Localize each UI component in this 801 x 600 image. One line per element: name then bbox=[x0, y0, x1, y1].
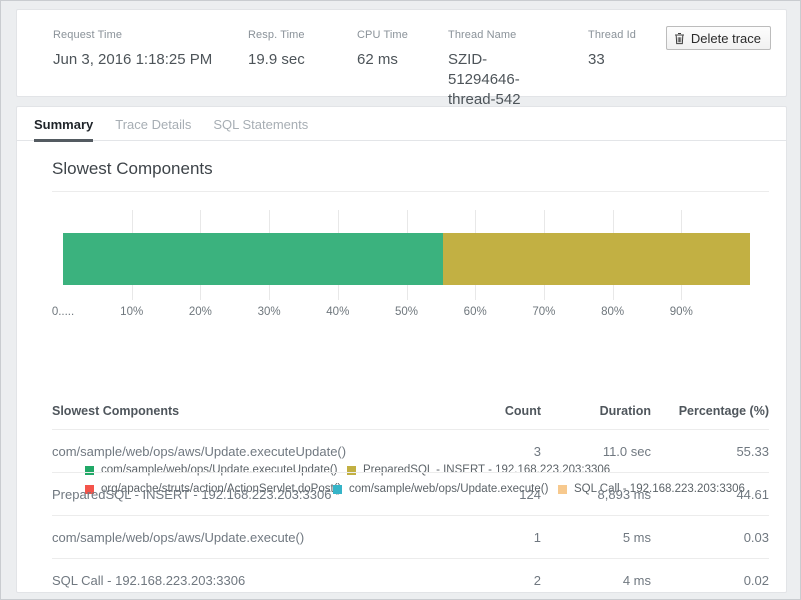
x-axis-tick-label: 60% bbox=[464, 306, 487, 318]
x-axis-tick-label: 30% bbox=[258, 306, 281, 318]
meta-field-label: CPU Time bbox=[357, 29, 408, 41]
col-header-duration[interactable]: Duration bbox=[541, 404, 651, 430]
summary-panel: Summary Trace Details SQL Statements Slowe… bbox=[16, 106, 787, 593]
slowest-components-chart: 0..... 10% 20% 30% 40% 50% 60% 70% 80% 90% bbox=[17, 202, 788, 327]
cell-percentage: 0.03 bbox=[651, 516, 769, 559]
x-axis-tick-label: 50% bbox=[395, 306, 418, 318]
meta-field: Request Time Jun 3, 2016 1:18:25 PM bbox=[53, 29, 212, 70]
delete-trace-label: Delete trace bbox=[691, 31, 761, 46]
x-axis-tick-label: 70% bbox=[532, 306, 555, 318]
chart-plot-area bbox=[63, 210, 750, 300]
cell-component: SQL Call - 192.168.223.203:3306 bbox=[52, 559, 449, 600]
x-axis-tick-label: 10% bbox=[120, 306, 143, 318]
meta-field: Resp. Time 19.9 sec bbox=[248, 29, 305, 70]
x-axis-tick-label: 0..... bbox=[52, 306, 74, 318]
delete-trace-button[interactable]: Delete trace bbox=[666, 26, 771, 50]
meta-field-label: Resp. Time bbox=[248, 29, 305, 41]
page-title: Slowest Components bbox=[52, 159, 213, 179]
bar-segment[interactable] bbox=[443, 233, 749, 285]
table-row[interactable]: PreparedSQL - INSERT - 192.168.223.203:3… bbox=[52, 473, 769, 516]
trace-meta-card: Request Time Jun 3, 2016 1:18:25 PM Resp. … bbox=[16, 9, 787, 97]
bar-segment[interactable] bbox=[63, 233, 443, 285]
cell-duration: 4 ms bbox=[541, 559, 651, 600]
cell-component: com/sample/web/ops/aws/Update.executeUpd… bbox=[52, 430, 449, 473]
x-axis-tick-label: 40% bbox=[326, 306, 349, 318]
col-header-component[interactable]: Slowest Components bbox=[52, 404, 449, 430]
col-header-percentage[interactable]: Percentage (%) bbox=[651, 404, 769, 430]
tab-bar: Summary Trace Details SQL Statements bbox=[17, 107, 786, 141]
section-divider bbox=[52, 191, 769, 192]
meta-field: CPU Time 62 ms bbox=[357, 29, 408, 70]
meta-field-label: Request Time bbox=[53, 29, 212, 41]
meta-field-label: Thread Id bbox=[588, 29, 636, 41]
table-row[interactable]: com/sample/web/ops/aws/Update.execute()1… bbox=[52, 516, 769, 559]
cell-count: 124 bbox=[449, 473, 541, 516]
tab-sql-statements[interactable]: SQL Statements bbox=[213, 107, 308, 141]
tab-summary[interactable]: Summary bbox=[34, 107, 93, 141]
trace-detail-page: Request Time Jun 3, 2016 1:18:25 PM Resp. … bbox=[0, 0, 801, 600]
cell-duration: 8,893 ms bbox=[541, 473, 651, 516]
meta-field-value: SZID-51294646-thread-542 bbox=[448, 50, 558, 110]
meta-field-value: Jun 3, 2016 1:18:25 PM bbox=[53, 50, 212, 70]
cell-count: 3 bbox=[449, 430, 541, 473]
col-header-count[interactable]: Count bbox=[449, 404, 541, 430]
cell-count: 1 bbox=[449, 516, 541, 559]
cell-duration: 5 ms bbox=[541, 516, 651, 559]
chart-x-axis: 0..... 10% 20% 30% 40% 50% 60% 70% 80% 90% bbox=[17, 306, 788, 326]
meta-field-value: 62 ms bbox=[357, 50, 408, 70]
tab-trace-details[interactable]: Trace Details bbox=[115, 107, 191, 141]
table-row[interactable]: SQL Call - 192.168.223.203:330624 ms0.02 bbox=[52, 559, 769, 600]
stacked-bar[interactable] bbox=[63, 233, 750, 285]
trace-meta-fields: Request Time Jun 3, 2016 1:18:25 PM Resp. … bbox=[17, 10, 786, 96]
table-row[interactable]: com/sample/web/ops/aws/Update.executeUpd… bbox=[52, 430, 769, 473]
meta-field: Thread Id 33 bbox=[588, 29, 636, 70]
table-header-row: Slowest Components Count Duration Percen… bbox=[52, 404, 769, 430]
meta-field-value: 33 bbox=[588, 50, 636, 70]
x-axis-tick-label: 20% bbox=[189, 306, 212, 318]
slowest-components-table: Slowest Components Count Duration Percen… bbox=[52, 404, 769, 600]
cell-count: 2 bbox=[449, 559, 541, 600]
trash-icon bbox=[674, 32, 685, 45]
meta-field-label: Thread Name bbox=[448, 29, 558, 41]
cell-duration: 11.0 sec bbox=[541, 430, 651, 473]
x-axis-tick-label: 90% bbox=[670, 306, 693, 318]
x-axis-tick-label: 80% bbox=[601, 306, 624, 318]
meta-field: Thread Name SZID-51294646-thread-542 bbox=[448, 29, 558, 110]
cell-component: com/sample/web/ops/aws/Update.execute() bbox=[52, 516, 449, 559]
cell-percentage: 55.33 bbox=[651, 430, 769, 473]
meta-field-value: 19.9 sec bbox=[248, 50, 305, 70]
cell-percentage: 0.02 bbox=[651, 559, 769, 600]
cell-percentage: 44.61 bbox=[651, 473, 769, 516]
cell-component: PreparedSQL - INSERT - 192.168.223.203:3… bbox=[52, 473, 449, 516]
